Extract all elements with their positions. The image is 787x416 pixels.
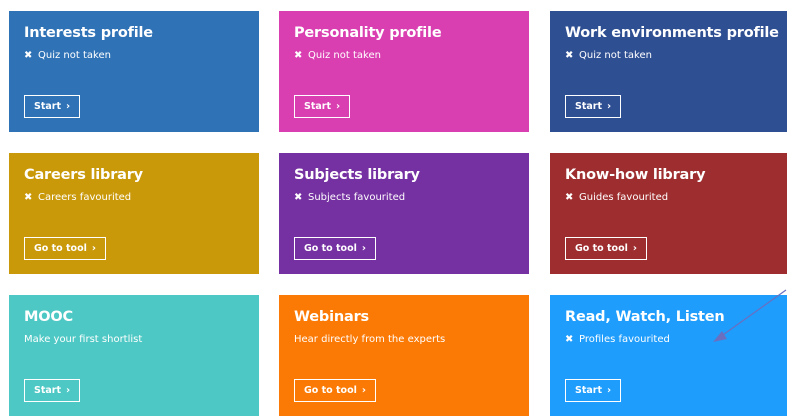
cross-icon: ✖ xyxy=(294,192,303,203)
chevron-right-icon: › xyxy=(361,243,366,254)
cross-icon: ✖ xyxy=(294,50,303,61)
start-button[interactable]: Start › xyxy=(294,95,351,118)
tile-status-text: Guides favourited xyxy=(579,192,669,203)
chevron-right-icon: › xyxy=(607,385,612,396)
tile-status: Hear directly from the experts xyxy=(294,334,445,345)
tile-status-text: Make your first shortlist xyxy=(24,334,143,345)
button-label: Start xyxy=(34,101,62,112)
tile-title: Careers library xyxy=(24,167,143,183)
button-label: Start xyxy=(34,385,62,396)
tile-status: ✖ Subjects favourited xyxy=(294,192,405,203)
tile-title: Know-how library xyxy=(565,167,706,183)
tile-interests-profile[interactable]: Interests profile ✖ Quiz not taken Start › xyxy=(9,11,259,132)
chevron-right-icon: › xyxy=(66,385,71,396)
button-label: Go to tool xyxy=(304,243,357,254)
cross-icon: ✖ xyxy=(565,334,574,345)
chevron-right-icon: › xyxy=(336,101,341,112)
chevron-right-icon: › xyxy=(607,101,612,112)
tile-careers-library[interactable]: Careers library ✖ Careers favourited Go t… xyxy=(9,153,259,274)
cross-icon: ✖ xyxy=(24,50,33,61)
cross-icon: ✖ xyxy=(565,50,574,61)
tile-status: ✖ Profiles favourited xyxy=(565,334,670,345)
button-label: Go to tool xyxy=(34,243,87,254)
go-to-tool-button[interactable]: Go to tool › xyxy=(565,237,647,260)
tile-status-text: Subjects favourited xyxy=(308,192,406,203)
tile-status-text: Careers favourited xyxy=(38,192,132,203)
chevron-right-icon: › xyxy=(632,243,637,254)
tile-mooc[interactable]: MOOC Make your first shortlist Start › xyxy=(9,295,259,416)
tile-status-text: Hear directly from the experts xyxy=(294,334,446,345)
tile-know-how-library[interactable]: Know-how library ✖ Guides favourited Go t… xyxy=(550,153,787,274)
button-label: Start xyxy=(575,101,603,112)
tile-status-text: Quiz not taken xyxy=(579,50,652,61)
tile-title: Subjects library xyxy=(294,167,420,183)
start-button[interactable]: Start › xyxy=(24,95,81,118)
go-to-tool-button[interactable]: Go to tool › xyxy=(294,237,376,260)
tile-subjects-library[interactable]: Subjects library ✖ Subjects favourited Go… xyxy=(279,153,529,274)
chevron-right-icon: › xyxy=(91,243,96,254)
button-label: Start xyxy=(304,101,332,112)
tile-title: Read, Watch, Listen xyxy=(565,309,725,325)
start-button[interactable]: Start › xyxy=(24,379,81,402)
tile-title: Interests profile xyxy=(24,25,153,41)
cross-icon: ✖ xyxy=(24,192,33,203)
cross-icon: ✖ xyxy=(565,192,574,203)
tile-work-environments-profile[interactable]: Work environments profile ✖ Quiz not take… xyxy=(550,11,787,132)
tile-read-watch-listen[interactable]: Read, Watch, Listen ✖ Profiles favourited… xyxy=(550,295,787,416)
tile-personality-profile[interactable]: Personality profile ✖ Quiz not taken Star… xyxy=(279,11,529,132)
tile-status-text: Quiz not taken xyxy=(308,50,381,61)
tile-status: ✖ Quiz not taken xyxy=(24,50,111,61)
start-button[interactable]: Start › xyxy=(565,379,622,402)
tile-title: MOOC xyxy=(24,309,73,325)
button-label: Start xyxy=(575,385,603,396)
tile-status: Make your first shortlist xyxy=(24,334,142,345)
tile-status: ✖ Guides favourited xyxy=(565,192,668,203)
tile-status-text: Profiles favourited xyxy=(579,334,670,345)
chevron-right-icon: › xyxy=(361,385,366,396)
button-label: Go to tool xyxy=(575,243,628,254)
tile-title: Webinars xyxy=(294,309,369,325)
tile-webinars[interactable]: Webinars Hear directly from the experts … xyxy=(279,295,529,416)
go-to-tool-button[interactable]: Go to tool › xyxy=(294,379,376,402)
tile-status: ✖ Quiz not taken xyxy=(565,50,652,61)
button-label: Go to tool xyxy=(304,385,357,396)
start-button[interactable]: Start › xyxy=(565,95,622,118)
tile-status: ✖ Quiz not taken xyxy=(294,50,381,61)
go-to-tool-button[interactable]: Go to tool › xyxy=(24,237,106,260)
chevron-right-icon: › xyxy=(66,101,71,112)
tile-title: Work environments profile xyxy=(565,25,779,41)
tile-status-text: Quiz not taken xyxy=(38,50,111,61)
tile-title: Personality profile xyxy=(294,25,442,41)
tile-status: ✖ Careers favourited xyxy=(24,192,131,203)
